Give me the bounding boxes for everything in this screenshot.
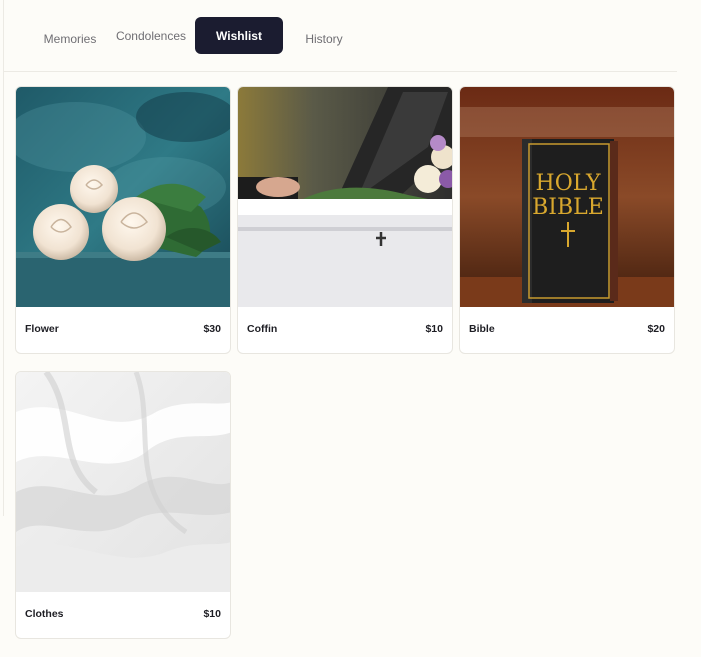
tab-wishlist[interactable]: Wishlist: [195, 17, 283, 54]
item-name: Bible: [469, 323, 495, 335]
tab-memories[interactable]: Memories: [39, 20, 101, 57]
wishlist-item-flower[interactable]: Flower $30: [15, 86, 231, 354]
wishlist-item-clothes[interactable]: Clothes $10: [15, 371, 231, 639]
item-price: $10: [425, 323, 443, 335]
item-caption: Flower $30: [16, 305, 230, 353]
bible-title-line2: BIBLE: [532, 195, 604, 220]
profile-tabs: Memories Condolences Wishlist History: [3, 0, 677, 72]
holy-bible-image: HOLY BIBLE: [460, 87, 674, 307]
item-name: Coffin: [247, 323, 278, 335]
wishlist-item-coffin[interactable]: Coffin $10: [237, 86, 453, 354]
white-coffin-image: [238, 87, 452, 307]
item-name: Flower: [25, 323, 59, 335]
tab-history[interactable]: History: [299, 20, 349, 57]
tab-condolences[interactable]: Condolences: [113, 17, 189, 54]
item-caption: Coffin $10: [238, 305, 452, 353]
bible-title-line1: HOLY: [536, 171, 601, 196]
content-left-border: [3, 0, 4, 516]
item-caption: Bible $20: [460, 305, 674, 353]
item-name: Clothes: [25, 608, 64, 620]
item-price: $10: [203, 608, 221, 620]
white-roses-image: [16, 87, 230, 307]
item-caption: Clothes $10: [16, 590, 230, 638]
white-cloth-image: [16, 372, 230, 592]
wishlist-item-bible[interactable]: HOLY BIBLE Bible $20: [459, 86, 675, 354]
item-price: $30: [203, 323, 221, 335]
item-price: $20: [647, 323, 665, 335]
